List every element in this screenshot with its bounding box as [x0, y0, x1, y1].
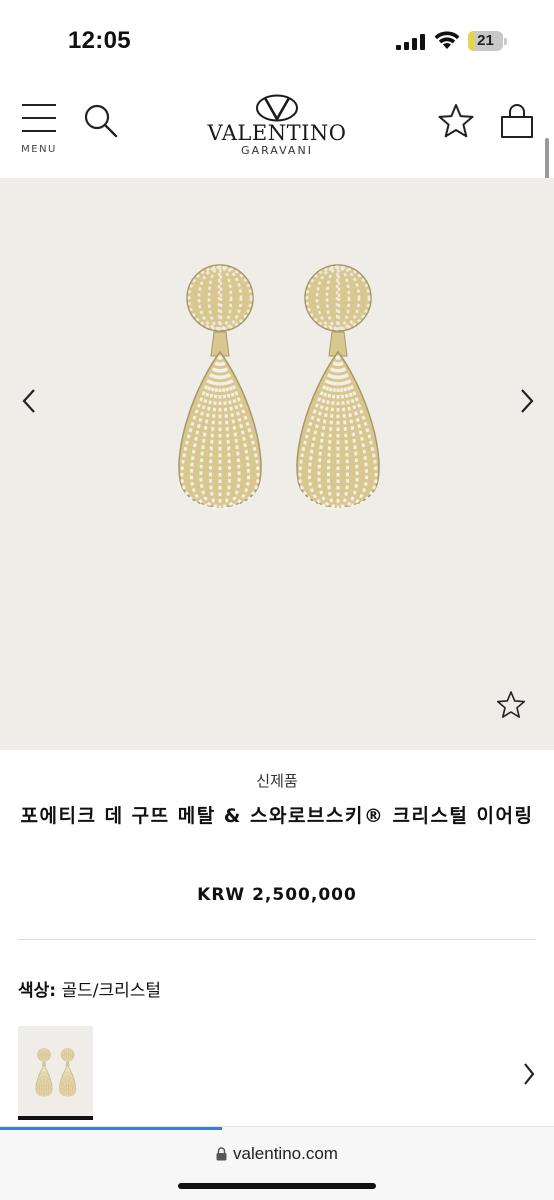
brand-subname: GARAVANI: [241, 144, 313, 157]
color-swatch-gold-crystal[interactable]: [18, 1026, 93, 1120]
product-image-gallery[interactable]: [0, 178, 554, 750]
gallery-next-chevron-icon[interactable]: [514, 386, 538, 416]
menu-label: MENU: [21, 144, 57, 155]
product-title: 포에티크 데 구뜨 메탈 & 스와로브스키® 크리스털 이어링: [20, 805, 534, 827]
browser-address-bar[interactable]: valentino.com: [0, 1126, 554, 1200]
menu-button[interactable]: MENU: [20, 102, 58, 158]
divider: [18, 939, 536, 940]
page-load-progress: [0, 1127, 222, 1130]
battery-icon: 21: [468, 31, 508, 51]
gallery-prev-chevron-icon[interactable]: [18, 386, 42, 416]
search-icon[interactable]: [82, 102, 120, 140]
color-value: 골드/크리스털: [61, 981, 162, 1001]
selected-swatch-indicator: [18, 1116, 93, 1120]
earrings-product-image: [178, 264, 380, 512]
status-bar: 12:05 21: [0, 0, 554, 80]
battery-percentage: 21: [477, 32, 494, 49]
color-selector-label: 색상: 골드/크리스털: [18, 976, 161, 1001]
shopping-bag-icon[interactable]: [498, 102, 536, 140]
product-price: KRW 2,500,000: [197, 885, 357, 905]
image-wishlist-star-icon[interactable]: [496, 690, 526, 720]
wishlist-star-icon[interactable]: [437, 102, 475, 140]
new-arrival-badge: 신제품: [256, 772, 298, 790]
swatch-earrings-thumbnail: [35, 1048, 76, 1098]
cellular-signal-icon: [396, 34, 425, 50]
swatch-next-chevron-icon[interactable]: [520, 1060, 538, 1088]
url-text: valentino.com: [233, 1144, 338, 1163]
color-label: 색상:: [18, 981, 57, 1001]
home-indicator[interactable]: [178, 1183, 376, 1189]
wifi-icon: [434, 31, 460, 49]
v-logo-icon: [256, 94, 298, 122]
valentino-logo[interactable]: VALENTINO GARAVANI: [200, 94, 354, 164]
brand-name: VALENTINO: [207, 121, 347, 145]
lock-icon: [216, 1147, 227, 1161]
site-header: MENU VALENTINO GARAVANI: [0, 80, 554, 176]
url-display[interactable]: valentino.com: [0, 1144, 554, 1164]
status-time: 12:05: [68, 27, 131, 54]
